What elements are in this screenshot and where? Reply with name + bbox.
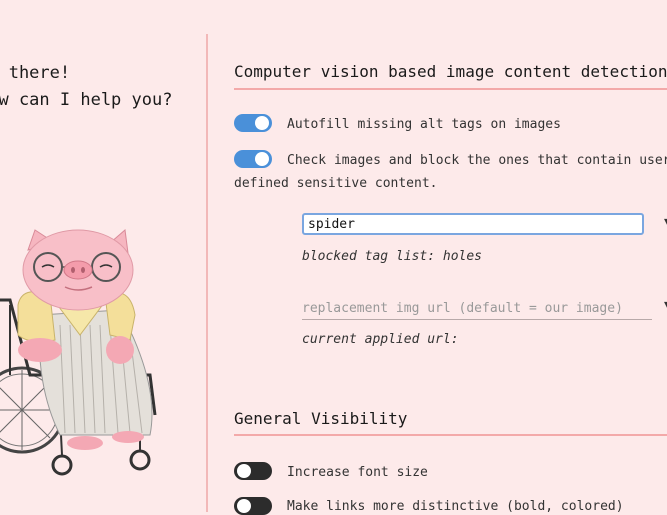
section-title-visibility: General Visibility xyxy=(234,409,408,428)
blocked-tag-list: blocked tag list: holes xyxy=(302,249,483,264)
section-title-vision: Computer vision based image content dete… xyxy=(234,62,667,81)
distinctive-links-toggle[interactable] xyxy=(234,497,272,515)
greeting-line-1: Hi there! xyxy=(0,63,71,83)
block-sensitive-label: Check images and block the ones that con… xyxy=(234,149,667,195)
toggle-knob xyxy=(255,116,269,130)
increase-font-toggle[interactable] xyxy=(234,462,272,480)
section-divider xyxy=(234,88,667,90)
panel-divider xyxy=(206,34,208,512)
pig-in-wheelchair-illustration xyxy=(0,229,157,476)
autofill-alt-toggle[interactable] xyxy=(234,114,272,132)
sensitive-tag-input[interactable] xyxy=(302,213,644,235)
current-applied-url: current applied url: xyxy=(302,332,459,347)
section-divider xyxy=(234,434,667,436)
block-sensitive-label-line-2: defined sensitive content. xyxy=(234,176,438,191)
toggle-knob xyxy=(237,499,251,513)
autofill-alt-label: Autofill missing alt tags on images xyxy=(287,117,561,132)
assistant-greeting: Hi there! How can I help you? xyxy=(0,60,172,114)
assistant-panel: Hi there! How can I help you? xyxy=(0,0,207,512)
replacement-url-input[interactable] xyxy=(302,297,652,320)
increase-font-label: Increase font size xyxy=(287,465,428,480)
settings-panel: Computer vision based image content dete… xyxy=(234,0,667,515)
toggle-knob xyxy=(237,464,251,478)
greeting-line-2: How can I help you? xyxy=(0,90,173,110)
block-sensitive-label-line-1: Check images and block the ones that con… xyxy=(287,153,667,168)
